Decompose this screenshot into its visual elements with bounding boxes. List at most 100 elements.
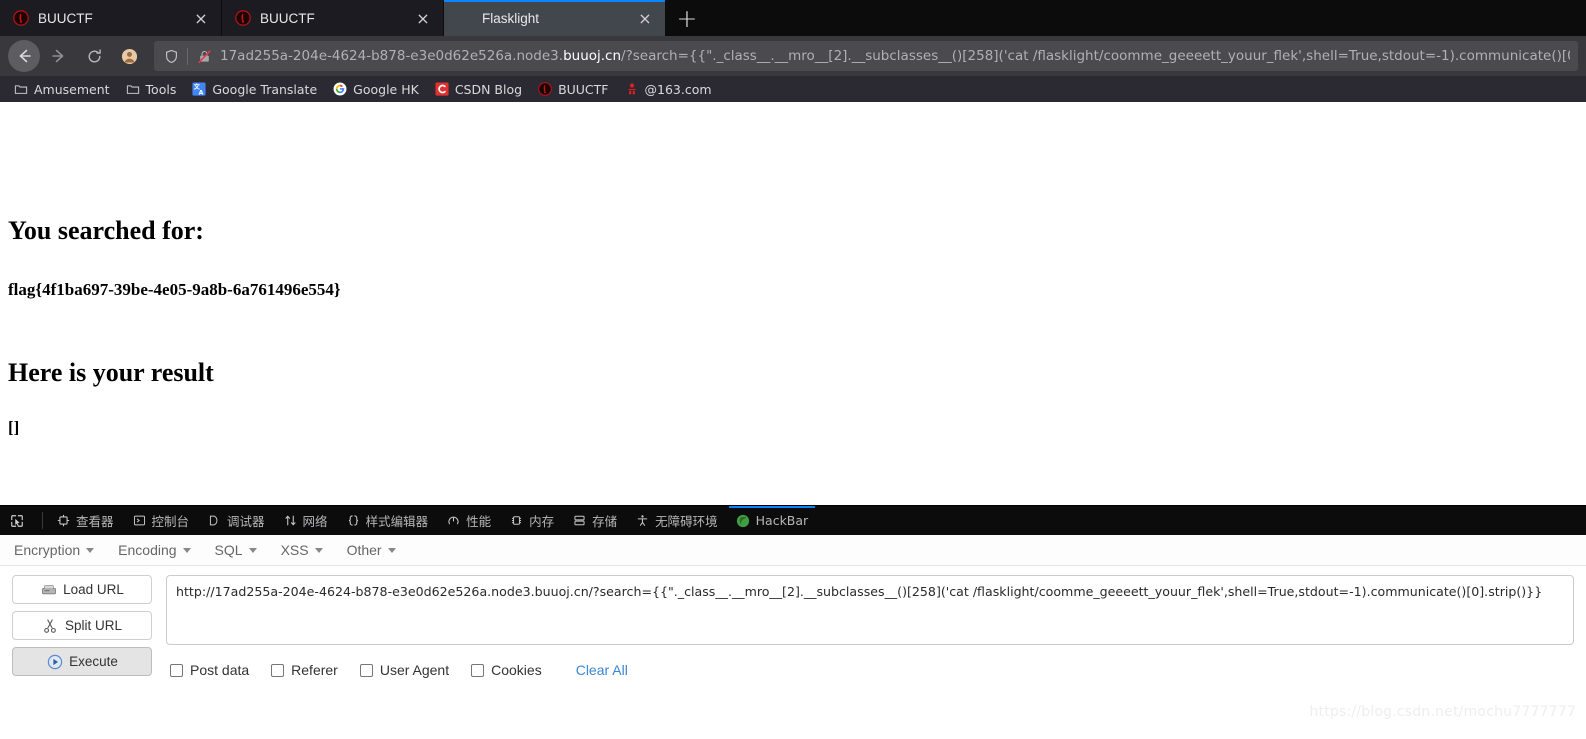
cookies-checkbox[interactable]: Cookies: [471, 662, 542, 678]
url-text: 17ad255a-204e-4624-b878-e3e0d62e526a.nod…: [220, 48, 1570, 64]
split-url-button[interactable]: Split URL: [12, 611, 152, 640]
devtools-tab-memory[interactable]: 内存: [500, 506, 563, 535]
devtools-picker-button[interactable]: [0, 506, 38, 535]
page-content: You searched for: flag{4f1ba697-39be-4e0…: [0, 102, 1586, 505]
bookmark-google-hk[interactable]: Google HK: [325, 78, 426, 100]
storage-icon: [572, 513, 587, 528]
close-icon[interactable]: ×: [635, 8, 655, 28]
hackbar-button-label: Split URL: [64, 618, 123, 633]
devtools-tab-console[interactable]: 控制台: [123, 506, 199, 535]
load-url-icon: [40, 581, 57, 598]
execute-icon: [46, 653, 63, 670]
watermark: https://blog.csdn.net/mochu7777777: [1309, 704, 1576, 720]
bookmark-buuctf[interactable]: BUUCTF: [530, 78, 615, 100]
devtools-tab-debugger[interactable]: 调试器: [198, 506, 274, 535]
hackbar-menu-label: SQL: [214, 542, 243, 558]
close-icon[interactable]: ×: [413, 8, 433, 28]
chevron-down-icon: [86, 547, 95, 553]
devtools-tab-label: 查看器: [76, 514, 114, 529]
bookmarks-bar: Amusement Tools 文 A Google Translate Goo…: [0, 76, 1586, 102]
hackbar-menu-other[interactable]: Other: [347, 542, 396, 558]
navigation-bar: 17ad255a-204e-4624-b878-e3e0d62e526a.nod…: [0, 36, 1586, 76]
checkbox-label: User Agent: [379, 662, 450, 678]
inspector-icon: [56, 513, 71, 528]
url-prefix: 17ad255a-204e-4624-b878-e3e0d62e526a.nod…: [220, 48, 564, 64]
devtools-tab-inspector[interactable]: 查看器: [47, 506, 123, 535]
checkbox-icon[interactable]: [359, 663, 373, 677]
load-url-button[interactable]: Load URL: [12, 575, 152, 604]
url-textarea[interactable]: http://17ad255a-204e-4624-b878-e3e0d62e5…: [166, 575, 1574, 645]
shield-icon[interactable]: [160, 45, 182, 67]
devtools-tab-style-editor[interactable]: 样式编辑器: [337, 506, 438, 535]
devtools-tab-performance[interactable]: 性能: [437, 506, 500, 535]
execute-button[interactable]: Execute: [12, 647, 152, 676]
broken-lock-icon[interactable]: [193, 45, 215, 67]
back-button[interactable]: [8, 40, 40, 72]
chevron-down-icon: [387, 547, 396, 553]
svg-text:A: A: [199, 89, 204, 96]
devtools-tab-label: 性能: [466, 514, 492, 529]
hackbar-menu-encryption[interactable]: Encryption: [14, 542, 95, 558]
buuctf-icon: [537, 81, 553, 97]
checkbox-icon[interactable]: [271, 663, 285, 677]
browser-tab-2[interactable]: BUUCTF ×: [222, 0, 444, 36]
chevron-down-icon: [314, 547, 323, 553]
bookmark-tools[interactable]: Tools: [118, 78, 184, 100]
checkbox-icon[interactable]: [471, 663, 485, 677]
bookmark-label: BUUCTF: [558, 81, 609, 97]
style-editor-icon: [346, 513, 361, 528]
google-translate-icon: 文 A: [191, 81, 207, 97]
url-bar[interactable]: 17ad255a-204e-4624-b878-e3e0d62e526a.nod…: [154, 41, 1578, 71]
devtools-tab-storage[interactable]: 存储: [563, 506, 626, 535]
bookmark-csdn-blog[interactable]: CSDN Blog: [427, 78, 529, 100]
new-tab-button[interactable]: +: [666, 0, 708, 36]
bookmark-amusement[interactable]: Amusement: [6, 78, 117, 100]
hackbar-button-column: Load URL Split URL Execute: [12, 575, 152, 728]
user-agent-checkbox[interactable]: User Agent: [359, 662, 450, 678]
checkbox-label: Post data: [190, 662, 250, 678]
hackbar-options-row: Post data Referer User Agent Cookies Cle…: [166, 662, 1574, 678]
hackbar-menu-label: Encryption: [14, 542, 81, 558]
clear-all-link[interactable]: Clear All: [576, 662, 628, 678]
devtools-tab-label: 控制台: [151, 514, 190, 529]
result-value-text: []: [8, 418, 20, 437]
page-heading-searched: You searched for:: [8, 216, 204, 245]
google-icon: [332, 81, 348, 97]
search-value-text: flag{4f1ba697-39be-4e05-9a8b-6a761496e55…: [8, 280, 341, 299]
referer-checkbox[interactable]: Referer: [271, 662, 338, 678]
devtools-panel: 查看器 控制台 调试器 网络 样式编辑器 性能 内存 存储 无障碍环境 Hack…: [0, 505, 1586, 728]
browser-tab-3-active[interactable]: Flasklight ×: [444, 0, 666, 36]
bookmark-label: Google Translate: [212, 81, 318, 97]
hackbar-menu-sql[interactable]: SQL: [215, 542, 257, 558]
netease-icon: [624, 81, 640, 97]
hackbar-panel: Encryption Encoding SQL XSS Other Load U…: [0, 535, 1586, 728]
checkbox-icon[interactable]: [170, 663, 183, 677]
hackbar-menu-xss[interactable]: XSS: [281, 542, 323, 558]
browser-tab-1[interactable]: BUUCTF ×: [0, 0, 222, 36]
bookmark-163[interactable]: @163.com: [617, 78, 719, 100]
post-data-checkbox[interactable]: Post data: [170, 662, 249, 678]
tab-title: BUUCTF: [38, 10, 93, 26]
accessibility-icon: [635, 513, 650, 528]
url-host: buuoj.cn: [563, 48, 622, 64]
devtools-tab-label: HackBar: [755, 513, 809, 528]
close-icon[interactable]: ×: [191, 8, 211, 28]
folder-icon: [13, 81, 29, 97]
devtools-divider: [42, 512, 43, 529]
devtools-tab-label: 无障碍环境: [655, 514, 718, 529]
browser-chrome: BUUCTF × BUUCTF × Flasklight × + 17ad255…: [0, 0, 1586, 102]
avatar[interactable]: [113, 40, 145, 72]
forward-button[interactable]: [43, 40, 75, 72]
chevron-down-icon: [248, 547, 257, 553]
devtools-tab-network[interactable]: 网络: [274, 506, 337, 535]
hackbar-button-label: Execute: [69, 654, 118, 669]
devtools-tab-accessibility[interactable]: 无障碍环境: [626, 506, 727, 535]
bookmark-label: CSDN Blog: [454, 81, 523, 97]
split-url-icon: [42, 617, 59, 634]
tab-strip: BUUCTF × BUUCTF × Flasklight × +: [0, 0, 1586, 36]
reload-button[interactable]: [78, 40, 110, 72]
hackbar-menu-encoding[interactable]: Encoding: [118, 542, 191, 558]
devtools-tab-hackbar[interactable]: HackBar: [727, 506, 818, 535]
checkbox-label: Cookies: [491, 662, 542, 678]
bookmark-google-translate[interactable]: 文 A Google Translate: [184, 78, 324, 100]
